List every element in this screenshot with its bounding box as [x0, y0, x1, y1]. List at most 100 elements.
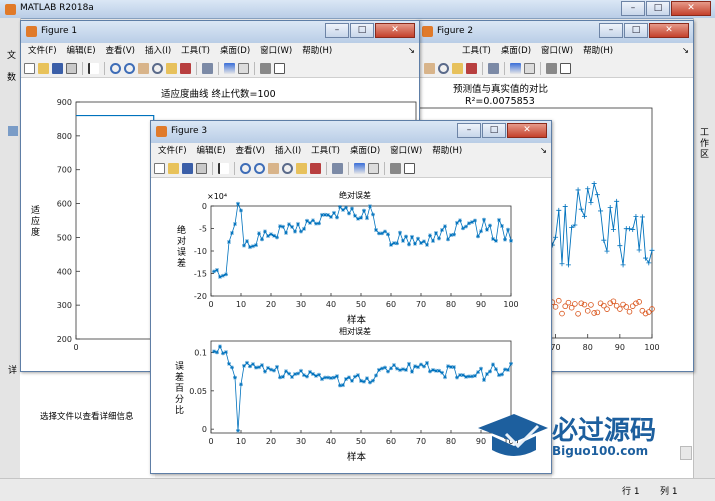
scroll-arrow-icon[interactable] [680, 446, 692, 460]
show-tools-icon[interactable] [274, 62, 285, 74]
pointer-icon[interactable] [88, 62, 99, 74]
figure-1-maximize-button[interactable]: □ [350, 23, 374, 38]
hide-tools-icon[interactable] [390, 162, 401, 174]
datacursor-icon[interactable] [296, 162, 307, 174]
zoom-in-icon[interactable] [240, 162, 251, 174]
fig3-rel-marker [272, 368, 276, 373]
brush-icon[interactable] [310, 162, 321, 174]
datacursor-icon[interactable] [166, 62, 177, 74]
figure-2-titlebar[interactable]: Figure 2 – □ ✕ [417, 21, 693, 44]
fig1-menu-window[interactable]: 窗口(W) [255, 43, 297, 59]
figure-2-minimize-button[interactable]: – [599, 23, 623, 38]
fig3-menu-file[interactable]: 文件(F) [153, 143, 192, 159]
figure-1-toolbar [21, 59, 419, 78]
zoom-out-icon[interactable] [124, 62, 135, 74]
figure-1-close-button[interactable]: ✕ [375, 23, 415, 38]
save-icon[interactable] [182, 162, 193, 174]
fig2-menu-help[interactable]: 帮助(H) [578, 43, 618, 59]
fig3-menu-edit[interactable]: 编辑(E) [192, 143, 231, 159]
show-tools-icon[interactable] [404, 162, 415, 174]
pan-icon[interactable] [138, 62, 149, 74]
fig1-menu-view[interactable]: 查看(V) [101, 43, 140, 59]
fig1-menu-arrow-icon[interactable]: ↘ [403, 43, 419, 59]
fig3-menu-arrow-icon[interactable]: ↘ [535, 143, 551, 159]
pan-icon[interactable] [268, 162, 279, 174]
fig1-menu-edit[interactable]: 编辑(E) [62, 43, 101, 59]
fig1-menu-file[interactable]: 文件(F) [23, 43, 62, 59]
workspace-label[interactable]: 工作区 [700, 128, 710, 161]
pan-icon[interactable] [424, 62, 435, 74]
rotate-icon[interactable] [438, 62, 449, 74]
fig3-menu-view[interactable]: 查看(V) [231, 143, 270, 159]
fig2-menu-desktop[interactable]: 桌面(D) [496, 43, 536, 59]
fig3-rel-marker [410, 369, 414, 374]
fig3-menu-window[interactable]: 窗口(W) [385, 143, 427, 159]
datacursor-icon[interactable] [452, 62, 463, 74]
open-file-icon[interactable] [168, 162, 179, 174]
figure-2-maximize-button[interactable]: □ [624, 23, 648, 38]
fig1-menu-insert[interactable]: 插入(I) [140, 43, 176, 59]
matlab-close-button[interactable]: ✕ [671, 1, 711, 16]
link-icon[interactable] [202, 62, 213, 74]
matlab-maximize-button[interactable]: □ [646, 1, 670, 16]
figure-3-maximize-button[interactable]: □ [482, 123, 506, 138]
print-icon[interactable] [66, 62, 77, 74]
fig2-menu-window[interactable]: 窗口(W) [536, 43, 578, 59]
fig3-abs-marker [404, 234, 408, 239]
fig3-rel-marker [470, 374, 474, 379]
new-figure-icon[interactable] [24, 62, 35, 74]
hide-tools-icon[interactable] [546, 62, 557, 74]
figure-3-minimize-button[interactable]: – [457, 123, 481, 138]
fig3-rel-marker [230, 365, 234, 370]
fig3-rel-marker [359, 378, 363, 383]
rotate-icon[interactable] [152, 62, 163, 74]
fig3-rel-marker [326, 375, 330, 380]
fig3-menu-tools[interactable]: 工具(T) [306, 143, 345, 159]
fig1-menu-desktop[interactable]: 桌面(D) [215, 43, 255, 59]
zoom-out-icon[interactable] [254, 162, 265, 174]
figure-2-icon [422, 26, 433, 37]
legend-icon[interactable] [524, 62, 535, 74]
new-figure-icon[interactable] [154, 162, 165, 174]
matlab-minimize-button[interactable]: – [621, 1, 645, 16]
fig3-menu-insert[interactable]: 插入(I) [270, 143, 306, 159]
colorbar-icon[interactable] [510, 62, 521, 74]
fig3-rel-marker [362, 379, 366, 384]
print-icon[interactable] [196, 162, 207, 174]
fig2-xtick-label: 100 [644, 343, 659, 352]
fig3-menu-desktop[interactable]: 桌面(D) [345, 143, 385, 159]
fig3-abs-xtick-label: 70 [416, 300, 426, 309]
fig3-abs-marker [236, 201, 240, 206]
colorbar-icon[interactable] [224, 62, 235, 74]
fig1-menu-help[interactable]: 帮助(H) [297, 43, 337, 59]
fig3-rel-marker [329, 376, 333, 381]
figure-1-titlebar[interactable]: Figure 1 – □ ✕ [21, 21, 419, 44]
fig2-menu-arrow-icon[interactable]: ↘ [677, 43, 693, 59]
fig3-rel-marker [278, 375, 282, 380]
figure-2-close-button[interactable]: ✕ [649, 23, 689, 38]
fig1-menu-tools[interactable]: 工具(T) [176, 43, 215, 59]
left-bar-icon[interactable] [8, 126, 18, 136]
brush-icon[interactable] [466, 62, 477, 74]
fig2-menu-tools[interactable]: 工具(T) [457, 43, 496, 59]
toolbar-separator [212, 161, 213, 175]
brush-icon[interactable] [180, 62, 191, 74]
legend-icon[interactable] [368, 162, 379, 174]
rotate-icon[interactable] [282, 162, 293, 174]
figure-1-minimize-button[interactable]: – [325, 23, 349, 38]
fig3-rel-ytick-label: 0.05 [189, 387, 207, 396]
open-file-icon[interactable] [38, 62, 49, 74]
figure-3-titlebar[interactable]: Figure 3 – □ ✕ [151, 121, 551, 144]
link-icon[interactable] [488, 62, 499, 74]
figure-3-close-button[interactable]: ✕ [507, 123, 547, 138]
pointer-icon[interactable] [218, 162, 229, 174]
fig3-menu-help[interactable]: 帮助(H) [427, 143, 467, 159]
fig3-rel-marker [443, 375, 447, 380]
save-icon[interactable] [52, 62, 63, 74]
link-icon[interactable] [332, 162, 343, 174]
hide-tools-icon[interactable] [260, 62, 271, 74]
zoom-in-icon[interactable] [110, 62, 121, 74]
show-tools-icon[interactable] [560, 62, 571, 74]
colorbar-icon[interactable] [354, 162, 365, 174]
legend-icon[interactable] [238, 62, 249, 74]
